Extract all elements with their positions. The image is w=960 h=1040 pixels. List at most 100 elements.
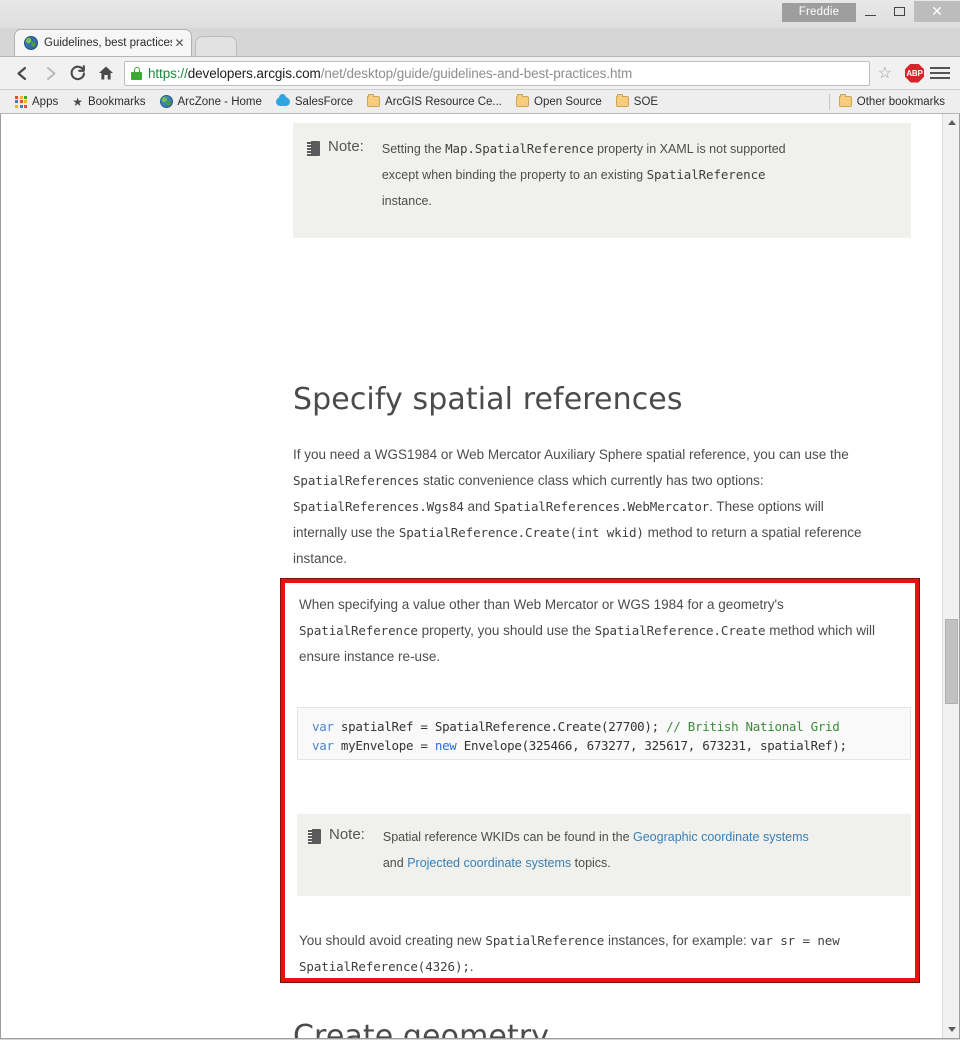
minimize-icon: [865, 14, 876, 16]
tab-guidelines[interactable]: Guidelines, best practices, ✕: [14, 29, 192, 56]
code-token: myEnvelope =: [333, 738, 435, 753]
note-text-part: except when binding the property to an e…: [381, 168, 647, 182]
heading-create-geometry: Create geometry: [293, 1019, 550, 1038]
reload-icon: [70, 65, 86, 81]
bookmark-label: Open Source: [534, 95, 602, 108]
close-window-button[interactable]: ✕: [914, 1, 960, 22]
apps-grid-icon: [15, 95, 27, 108]
adblock-plus-icon[interactable]: ABP: [905, 63, 924, 83]
scroll-down-button[interactable]: [943, 1021, 959, 1038]
browser-menu-icon[interactable]: [930, 67, 950, 79]
link-projected-coordinate-systems[interactable]: Projected coordinate systems: [407, 856, 571, 870]
page-viewport: Note: Setting the Map.SpatialReference p…: [0, 114, 960, 1039]
maximize-button[interactable]: [885, 1, 914, 22]
code-token: var: [312, 738, 334, 753]
inline-code: SpatialReference: [299, 623, 418, 638]
note-icon: [307, 141, 320, 156]
text-line: internally use the: [293, 525, 399, 540]
note-text-part: topics.: [571, 856, 611, 870]
bookmark-arczone-home[interactable]: ArcZone - Home: [153, 91, 269, 112]
chevron-down-icon: [947, 1027, 956, 1032]
text-line: instance.: [293, 551, 348, 566]
forward-button[interactable]: [36, 59, 64, 87]
note-text-part: Spatial reference WKIDs can be found in …: [382, 830, 633, 844]
note-label: Note:: [329, 826, 365, 843]
folder-icon: [615, 94, 629, 107]
new-tab-button[interactable]: [195, 36, 237, 56]
address-bar[interactable]: https://developers.arcgis.com/net/deskto…: [124, 60, 870, 86]
code-token: var: [312, 719, 334, 734]
inline-code: SpatialReference(4326);: [299, 959, 470, 974]
reload-button[interactable]: [64, 59, 92, 87]
text-line: .: [469, 959, 474, 974]
note-callout-inner: Note: Spatial reference WKIDs can be fou…: [297, 814, 911, 896]
code-token: // British National Grid: [666, 719, 840, 734]
folder-icon: [367, 94, 381, 107]
bookmark-open-source[interactable]: Open Source: [509, 91, 609, 112]
url-host: developers.arcgis.com: [187, 65, 321, 81]
bookmark-label: SalesForce: [294, 95, 354, 108]
maximize-icon: [894, 7, 905, 16]
text-line: and: [463, 499, 494, 514]
red-highlight-annotation: When specifying a value other than Web M…: [281, 579, 919, 982]
star-icon: ★: [72, 94, 83, 109]
code-line-1: var spatialRef = SpatialReference.Create…: [312, 717, 896, 736]
chevron-up-icon: [947, 120, 956, 125]
code-token: Envelope(325466, 673277, 325617, 673231,…: [456, 738, 847, 753]
bookmark-label: Bookmarks: [87, 95, 146, 108]
close-tab-icon[interactable]: ✕: [172, 36, 187, 51]
inline-code: SpatialReference.Create(int wkid): [398, 525, 644, 540]
folder-icon: [516, 94, 530, 107]
back-arrow-icon: [16, 66, 26, 80]
bookmark-bookmarks[interactable]: ★ Bookmarks: [65, 91, 152, 112]
tab-title: Guidelines, best practices,: [44, 37, 172, 49]
text-line: . These options will: [709, 499, 824, 514]
minimize-button[interactable]: [856, 1, 885, 22]
bookmark-label: ArcZone - Home: [177, 95, 262, 108]
inline-code: var sr = new: [750, 933, 840, 948]
bookmark-label: ArcGIS Resource Ce...: [385, 95, 503, 108]
vertical-scrollbar[interactable]: [942, 114, 959, 1038]
inline-code: SpatialReferences.Wgs84: [293, 499, 464, 514]
scrollbar-thumb[interactable]: [945, 619, 958, 704]
paragraph-intro: If you need a WGS1984 or Web Mercator Au…: [293, 442, 923, 572]
url-scheme: https://: [148, 65, 188, 81]
bookmarks-divider: [828, 93, 830, 110]
bookmark-other-bookmarks[interactable]: Other bookmarks: [832, 91, 952, 112]
url-text: https://developers.arcgis.com/net/deskto…: [148, 66, 632, 81]
code-line-2: var myEnvelope = new Envelope(325466, 67…: [312, 736, 896, 755]
tab-strip: Guidelines, best practices, ✕: [0, 28, 960, 56]
bookmark-arcgis-resource-center[interactable]: ArcGIS Resource Ce...: [360, 91, 509, 112]
title-bar: Freddie ✕: [0, 0, 960, 28]
note-text-part: property in XAML is not supported: [593, 142, 786, 156]
cloud-icon: [275, 94, 290, 106]
browser-window: Freddie ✕ Guidelines, best practices, ✕: [0, 0, 960, 1040]
bookmark-soe[interactable]: SOE: [609, 91, 665, 112]
code-sample-block: var spatialRef = SpatialReference.Create…: [297, 707, 911, 760]
code-token: spatialRef = SpatialReference.Create(277…: [333, 719, 667, 734]
note-icon: [308, 829, 321, 844]
back-button[interactable]: [8, 59, 36, 87]
note-text-part: Setting the: [381, 142, 446, 156]
bookmark-star-icon[interactable]: ☆: [878, 63, 892, 83]
text-line: property, you should use the: [417, 623, 595, 638]
text-line: method to return a spatial reference: [643, 525, 862, 540]
inline-code: SpatialReferences: [293, 473, 420, 488]
profile-button[interactable]: Freddie: [782, 3, 856, 22]
text-line: method which will: [765, 623, 876, 638]
globe-favicon-icon: [24, 36, 38, 50]
home-button[interactable]: [92, 59, 120, 87]
scroll-up-button[interactable]: [943, 114, 959, 131]
code-token: new: [434, 738, 457, 753]
inline-code: SpatialReference: [646, 167, 766, 182]
link-geographic-coordinate-systems[interactable]: Geographic coordinate systems: [633, 830, 809, 844]
text-line: If you need a WGS1984 or Web Mercator Au…: [293, 447, 849, 462]
browser-toolbar: https://developers.arcgis.com/net/deskto…: [0, 56, 960, 89]
inline-code: SpatialReferences.WebMercator: [493, 499, 710, 514]
bookmark-salesforce[interactable]: SalesForce: [269, 91, 360, 112]
paragraph-redbox-last: You should avoid creating new SpatialRef…: [299, 928, 919, 980]
heading-specify-spatial-references: Specify spatial references: [293, 382, 683, 417]
bookmark-apps[interactable]: Apps: [8, 91, 65, 112]
note-body: Setting the Map.SpatialReference propert…: [382, 136, 893, 214]
inline-code: SpatialReference.Create: [594, 623, 766, 638]
